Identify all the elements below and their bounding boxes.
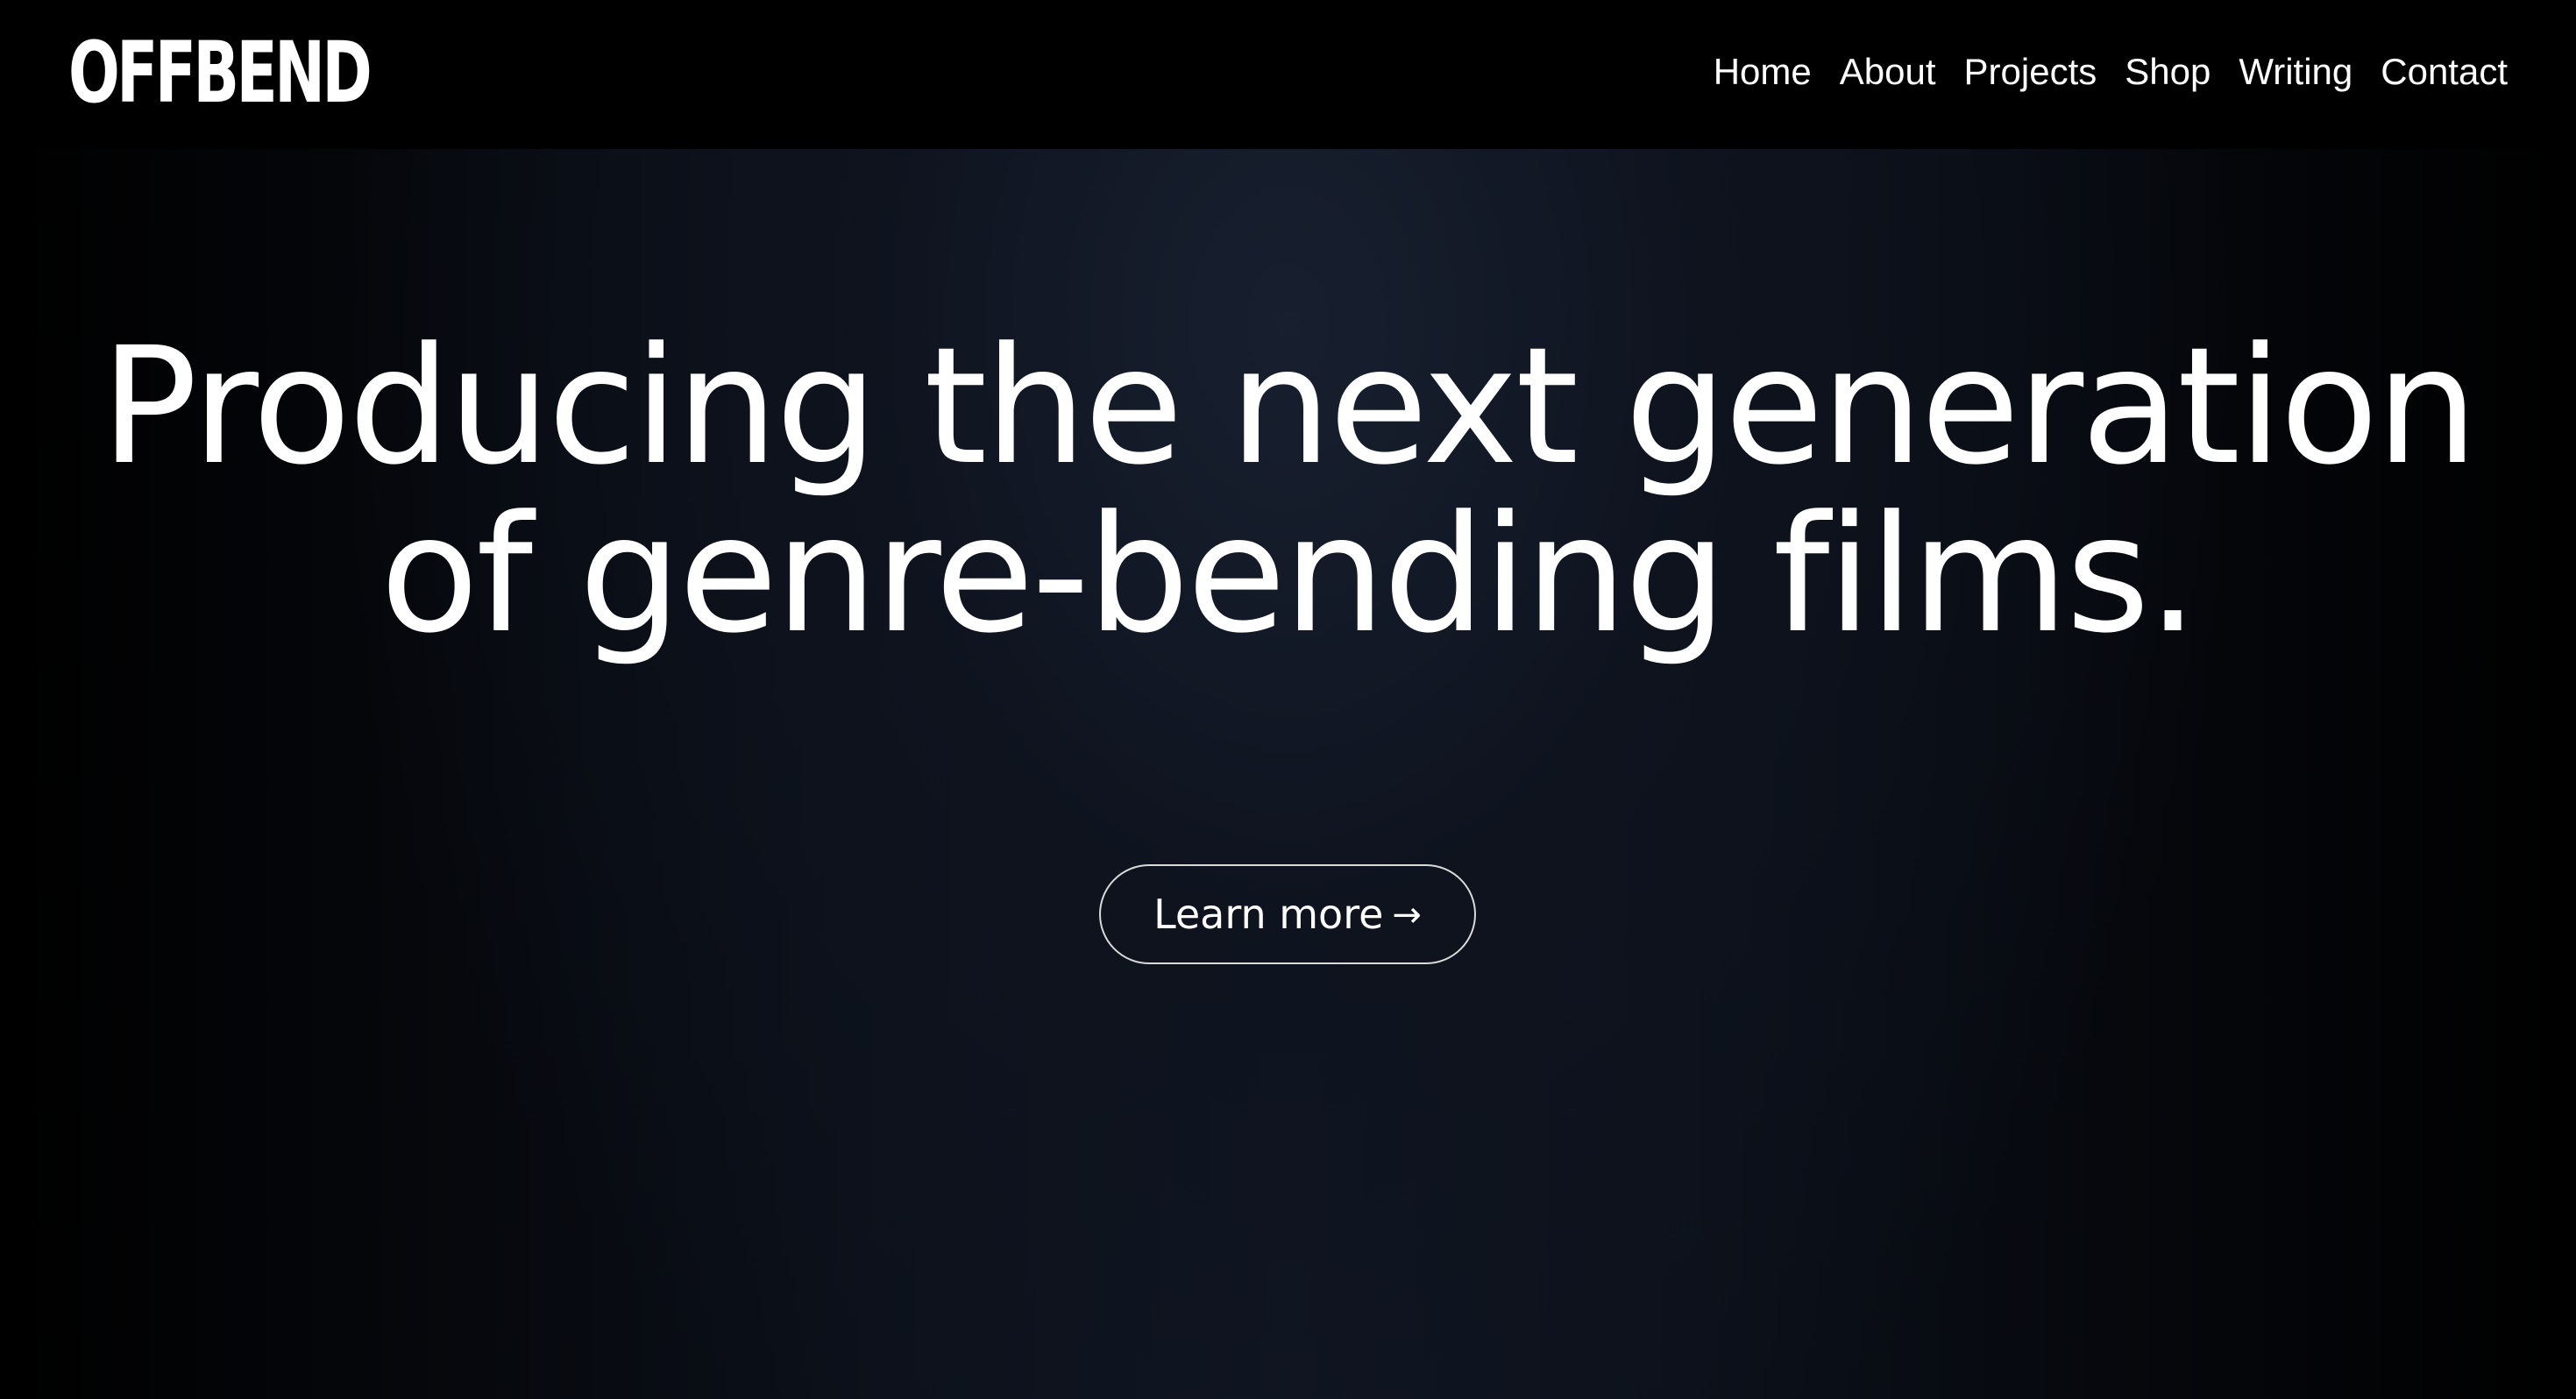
offbend-logo[interactable]: OFFBEND [68,31,373,115]
learn-more-label: Learn more [1153,891,1384,938]
hero-headline: Producing the next generation of genre-b… [0,323,2576,659]
nav-about-link[interactable]: About [1840,46,1936,98]
learn-more-button[interactable]: Learn more → [1099,864,1476,964]
hero-headline-line-2: of genre-bending films. [380,481,2199,669]
nav-projects-link[interactable]: Projects [1964,46,2097,98]
nav-writing-link[interactable]: Writing [2239,46,2352,98]
arrow-right-icon: → [1392,895,1422,935]
nav-contact-link[interactable]: Contact [2381,46,2508,98]
nav-home-link[interactable]: Home [1714,46,1812,98]
main-nav: Home About Projects Shop Writing Contact [1714,46,2508,98]
site-header: OFFBEND Home About Projects Shop Writing… [0,0,2576,149]
nav-shop-link[interactable]: Shop [2125,46,2211,98]
hero-headline-line-1: Producing the next generation [100,313,2479,501]
